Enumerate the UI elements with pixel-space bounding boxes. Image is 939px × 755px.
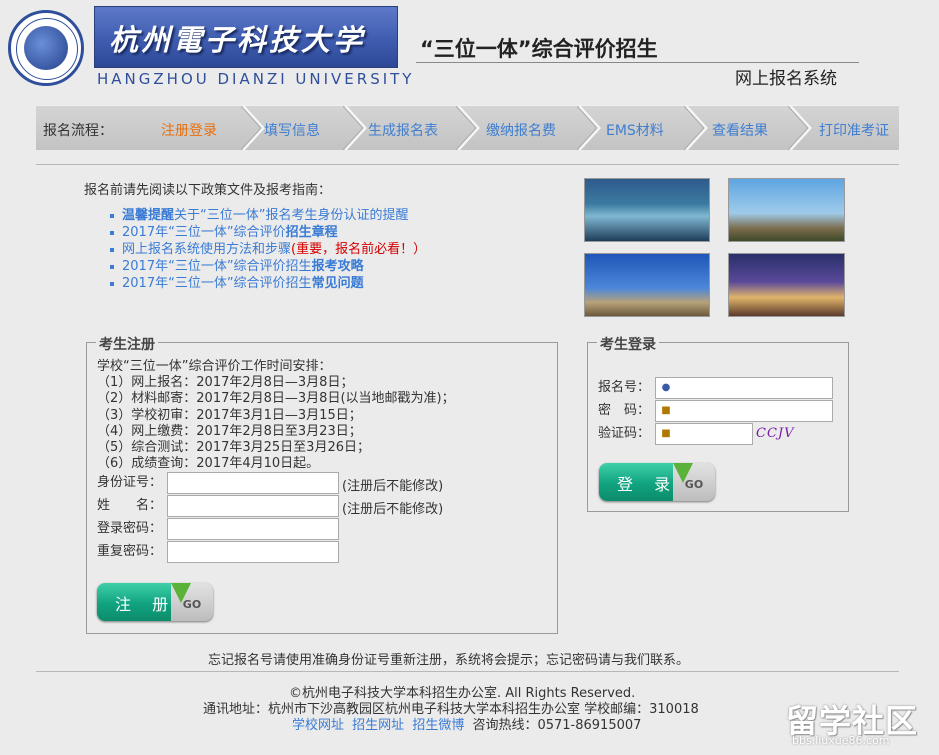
schedule-item: （1）网上报名：2017年2月8日—3月8日； (97, 375, 354, 391)
step-view-result[interactable]: 查看结果 (712, 120, 768, 140)
campus-photo-lake (728, 178, 845, 242)
id-number-label: 身份证号： (97, 475, 163, 490)
schedule-item: （6）成绩查询：2017年4月10日起。 (97, 456, 320, 472)
password-input[interactable] (167, 518, 339, 540)
step-register-login[interactable]: 注册登录 (161, 120, 217, 140)
step-pay-fee[interactable]: 缴纳报名费 (486, 120, 556, 140)
login-panel: 考生登录 报名号： ● 密 码： ■ 验证码： ■ CCJV 登 录 GO (587, 334, 849, 512)
user-icon: ● (661, 382, 671, 393)
notice-highlight[interactable]: 招生章程 (286, 225, 338, 240)
notice-text[interactable]: 2017年“三位一体”综合评价 (122, 225, 286, 240)
notice-link-reminder[interactable]: 温馨提醒关于“三位一体”报名考生身份认证的提醒 (108, 207, 426, 224)
id-number-hint: (注册后不能修改) (342, 479, 444, 494)
login-password-label: 密 码： (598, 403, 651, 418)
repeat-password-row: 重复密码： (97, 541, 168, 563)
captcha-label: 验证码： (598, 426, 651, 441)
schedule-item: 学校“三位一体”综合评价工作时间安排： (97, 359, 332, 374)
university-name-banner: 杭州電子科技大学 (94, 6, 398, 68)
chevron-separator-icon (788, 106, 812, 150)
login-legend: 考生登录 (597, 334, 659, 354)
login-button-label: 登 录 (617, 475, 679, 494)
notice-list: 温馨提醒关于“三位一体”报名考生身份认证的提醒 2017年“三位一体”综合评价招… (108, 207, 426, 292)
schedule-item: （2）材料邮寄：2017年2月8日—3月8日(以当地邮戳为准)； (97, 391, 455, 407)
notice-link-strategy[interactable]: 2017年“三位一体”综合评价招生报考攻略 (108, 258, 426, 275)
lock-icon: ■ (661, 405, 671, 416)
register-panel: 考生注册 学校“三位一体”综合评价工作时间安排： （1）网上报名：2017年2月… (86, 334, 558, 634)
school-website-link[interactable]: 学校网址 (292, 718, 344, 733)
notice-text[interactable]: 网上报名系统使用方法和步骤 (122, 242, 291, 257)
notice-link-faq[interactable]: 2017年“三位一体”综合评价招生常见问题 (108, 275, 426, 292)
step-generate-form[interactable]: 生成报名表 (368, 120, 438, 140)
step-print-admission-ticket[interactable]: 打印准考证 (819, 120, 889, 140)
chevron-separator-icon (684, 106, 708, 150)
repeat-password-input[interactable] (167, 541, 339, 563)
password-label: 登录密码： (97, 521, 163, 536)
step-fill-info[interactable]: 填写信息 (264, 120, 320, 140)
seal-emblem (24, 26, 68, 70)
admission-weibo-link[interactable]: 招生微博 (412, 718, 464, 733)
schedule-item: （4）网上缴费：2017年2月8日至3月23日； (97, 423, 362, 439)
name-hint: (注册后不能修改) (342, 502, 444, 517)
notice-important-tag[interactable]: (重要，报名前必看！） (291, 242, 426, 257)
notice-text[interactable]: 2017年“三位一体”综合评价招生 (122, 276, 312, 291)
footer-links: 学校网址 招生网址 招生微博 咨询热线：0571-86915007 (292, 714, 641, 733)
login-password-input[interactable] (655, 400, 833, 422)
title-divider (416, 62, 859, 63)
chevron-separator-icon (456, 106, 480, 150)
notice-intro: 报名前请先阅读以下政策文件及报考指南： (84, 183, 332, 198)
notice-link-charter[interactable]: 2017年“三位一体”综合评价招生章程 (108, 224, 426, 241)
schedule-list: 学校“三位一体”综合评价工作时间安排： （1）网上报名：2017年2月8日—3月… (97, 359, 455, 472)
password-row: 登录密码： (97, 518, 168, 540)
register-legend: 考生注册 (96, 334, 158, 354)
campus-photo-gate (584, 253, 710, 317)
university-seal-logo (8, 10, 84, 86)
notice-text[interactable]: 关于“三位一体”报名考生身份认证的提醒 (174, 208, 408, 223)
divider (36, 164, 899, 165)
captcha-image[interactable]: CCJV (756, 426, 795, 441)
chevron-separator-icon (241, 106, 265, 150)
university-name-en: HANGZHOU DIANZI UNIVERSITY (97, 70, 415, 88)
schedule-item: （5）综合测试：2017年3月25日至3月26日； (97, 440, 370, 456)
notice-highlight[interactable]: 常见问题 (312, 276, 364, 291)
register-button-label: 注 册 (115, 595, 177, 614)
notice-link-guide[interactable]: 网上报名系统使用方法和步骤(重要，报名前必看！） (108, 241, 426, 258)
notice-text[interactable]: 2017年“三位一体”综合评价招生 (122, 259, 312, 274)
university-name-cn: 杭州電子科技大学 (109, 23, 366, 57)
hotline: 咨询热线：0571-86915007 (472, 718, 642, 733)
page-title: “三位一体”综合评价招生 (420, 37, 658, 61)
divider (36, 671, 899, 672)
register-button[interactable]: 注 册 GO (97, 583, 213, 621)
chevron-separator-icon (577, 106, 601, 150)
name-input[interactable] (167, 495, 339, 517)
step-ems-material[interactable]: EMS材料 (606, 120, 664, 140)
campus-photo-stadium (728, 253, 845, 317)
forget-note: 忘记报名号请使用准确身份证号重新注册，系统将会提示；忘记密码请与我们联系。 (208, 653, 690, 668)
notice-highlight[interactable]: 报考攻略 (312, 259, 364, 274)
watermark: 留学社区 bbs.liuxue86.com (786, 700, 936, 752)
name-row: 姓 名： (97, 495, 168, 517)
admission-website-link[interactable]: 招生网址 (352, 718, 404, 733)
campus-photo-corridor (584, 178, 710, 242)
repeat-password-label: 重复密码： (97, 544, 163, 559)
go-arrow-icon (171, 583, 191, 603)
enroll-number-label: 报名号： (598, 380, 651, 395)
watermark-url: bbs.liuxue86.com (792, 734, 890, 747)
notice-highlight[interactable]: 温馨提醒 (122, 208, 174, 223)
enroll-number-input[interactable] (655, 377, 833, 399)
registration-process-bar: 报名流程： 注册登录 填写信息 生成报名表 缴纳报名费 EMS材料 查看结果 打… (36, 105, 899, 150)
process-label: 报名流程： (43, 123, 113, 139)
name-label: 姓 名： (97, 498, 163, 513)
id-number-row: 身份证号： (97, 472, 168, 494)
login-button[interactable]: 登 录 GO (599, 463, 715, 501)
lock-icon: ■ (661, 428, 671, 439)
schedule-item: （3）学校初审：2017年3月1日—3月15日； (97, 407, 362, 423)
go-arrow-icon (673, 463, 693, 483)
page-subtitle: 网上报名系统 (735, 69, 837, 89)
id-number-input[interactable] (167, 472, 339, 494)
chevron-separator-icon (343, 106, 367, 150)
